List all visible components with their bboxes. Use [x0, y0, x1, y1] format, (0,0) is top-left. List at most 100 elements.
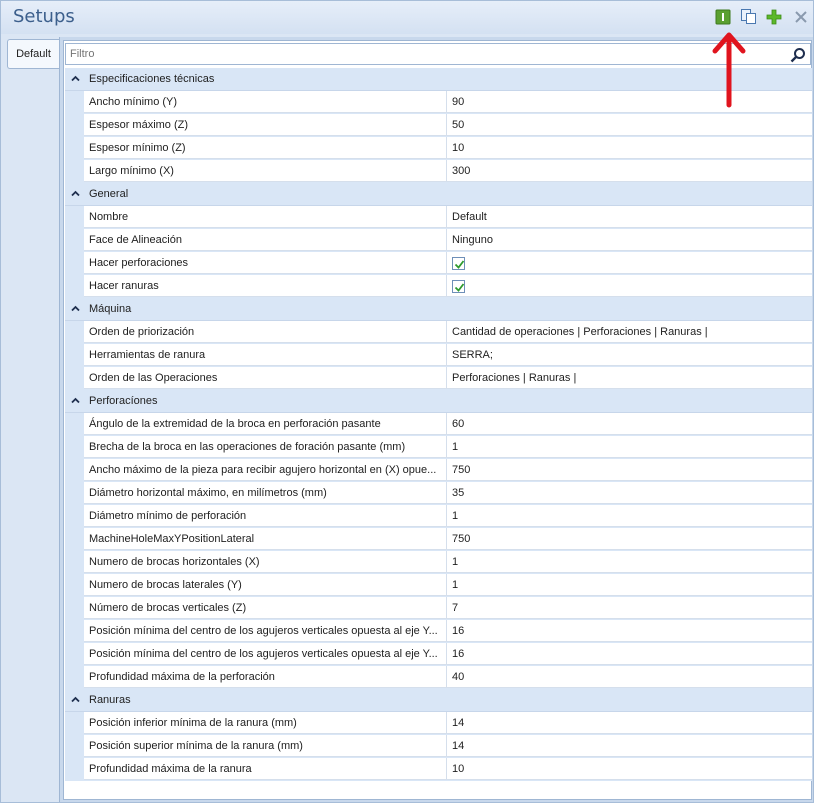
property-row[interactable]: Profundidad máxima de la ranura 10 — [65, 758, 812, 781]
tab-strip: Default — [1, 34, 59, 802]
property-name: Posición mínima del centro de los agujer… — [84, 620, 447, 642]
add-button[interactable] — [765, 8, 782, 25]
property-value[interactable]: 7 — [447, 597, 812, 619]
property-value[interactable]: Ninguno — [447, 229, 812, 251]
tab-default[interactable]: Default — [7, 39, 59, 69]
category-header[interactable]: Ranuras — [65, 689, 812, 712]
property-value[interactable]: Cantidad de operaciones | Perforaciones … — [447, 321, 812, 343]
filter-input[interactable] — [70, 46, 770, 62]
property-value[interactable]: 1 — [447, 436, 812, 458]
property-row[interactable]: Orden de las Operaciones Perforaciones | … — [65, 367, 812, 390]
property-row[interactable]: Espesor mínimo (Z) 10 — [65, 137, 812, 160]
setups-window: Setups Default Filtro Especificaciones t… — [0, 0, 814, 803]
property-row[interactable]: Diámetro horizontal máximo, en milímetro… — [65, 482, 812, 505]
property-row[interactable]: Ancho máximo de la pieza para recibir ag… — [65, 459, 812, 482]
property-row[interactable]: Posición inferior mínima de la ranura (m… — [65, 712, 812, 735]
checkbox[interactable] — [452, 280, 465, 293]
property-value[interactable]: 90 — [447, 91, 812, 113]
property-value[interactable]: 16 — [447, 620, 812, 642]
property-value[interactable]: 300 — [447, 160, 812, 182]
search-icon[interactable] — [790, 47, 806, 63]
category-header[interactable]: Especificaciones técnicas — [65, 68, 812, 91]
property-row[interactable]: Número de brocas verticales (Z) 7 — [65, 597, 812, 620]
close-icon — [794, 10, 807, 23]
property-value[interactable]: 50 — [447, 114, 812, 136]
property-row[interactable]: Largo mínimo (X) 300 — [65, 160, 812, 183]
property-row[interactable]: Face de Alineación Ninguno — [65, 229, 812, 252]
property-name: Herramientas de ranura — [84, 344, 447, 366]
property-name: Orden de priorización — [84, 321, 447, 343]
property-value[interactable]: 40 — [447, 666, 812, 688]
collapse-chevron-icon[interactable] — [71, 75, 80, 82]
property-row[interactable]: Herramientas de ranura SERRA; — [65, 344, 812, 367]
property-value[interactable]: 1 — [447, 574, 812, 596]
property-row[interactable]: Nombre Default — [65, 206, 812, 229]
property-row[interactable]: Orden de priorización Cantidad de operaci… — [65, 321, 812, 344]
property-grid: Especificaciones técnicas Ancho mínimo (Y… — [65, 68, 812, 781]
property-name: Numero de brocas horizontales (X) — [84, 551, 447, 573]
checkmark-icon — [454, 260, 465, 269]
content-area: Especificaciones técnicas Ancho mínimo (Y… — [59, 37, 813, 802]
copy-button[interactable] — [740, 8, 757, 25]
property-row[interactable]: Posición superior mínima de la ranura (m… — [65, 735, 812, 758]
property-row[interactable]: Numero de brocas laterales (Y) 1 — [65, 574, 812, 597]
checkbox[interactable] — [452, 257, 465, 270]
property-value[interactable]: 1 — [447, 551, 812, 573]
property-name: Largo mínimo (X) — [84, 160, 447, 182]
category-label: General — [89, 188, 129, 200]
category-header[interactable]: Perforacíones — [65, 390, 812, 413]
property-value[interactable] — [447, 252, 812, 274]
green-bar-icon — [715, 9, 730, 24]
property-name: Diámetro horizontal máximo, en milímetro… — [84, 482, 447, 504]
green-bar-button[interactable] — [714, 8, 731, 25]
collapse-chevron-icon[interactable] — [71, 397, 80, 404]
collapse-chevron-icon[interactable] — [71, 696, 80, 703]
property-value[interactable]: 16 — [447, 643, 812, 665]
property-name: Posición superior mínima de la ranura (m… — [84, 735, 447, 757]
property-row[interactable]: Hacer perforaciones — [65, 252, 812, 275]
property-name: Diámetro mínimo de perforación — [84, 505, 447, 527]
property-grid-panel: Especificaciones técnicas Ancho mínimo (Y… — [63, 40, 812, 800]
property-value[interactable]: 1 — [447, 505, 812, 527]
property-value[interactable]: 14 — [447, 712, 812, 734]
collapse-chevron-icon[interactable] — [71, 190, 80, 197]
property-name: Face de Alineación — [84, 229, 447, 251]
property-value[interactable]: 750 — [447, 528, 812, 550]
property-name: Numero de brocas laterales (Y) — [84, 574, 447, 596]
close-button[interactable] — [792, 8, 809, 25]
property-value[interactable]: 60 — [447, 413, 812, 435]
property-value[interactable]: Default — [447, 206, 812, 228]
property-row[interactable]: MachineHoleMaxYPositionLateral 750 — [65, 528, 812, 551]
property-value[interactable]: 35 — [447, 482, 812, 504]
category-header[interactable]: Máquina — [65, 298, 812, 321]
property-row[interactable]: Ancho mínimo (Y) 90 — [65, 91, 812, 114]
property-value[interactable]: 10 — [447, 758, 812, 780]
property-row[interactable]: Espesor máximo (Z) 50 — [65, 114, 812, 137]
property-name: Hacer ranuras — [84, 275, 447, 297]
filter-box — [65, 43, 811, 65]
property-value[interactable]: Perforaciones | Ranuras | — [447, 367, 812, 389]
property-name: Brecha de la broca en las operaciones de… — [84, 436, 447, 458]
property-name: Profundidad máxima de la ranura — [84, 758, 447, 780]
add-icon — [766, 9, 781, 24]
property-row[interactable]: Profundidad máxima de la perforación 40 — [65, 666, 812, 689]
property-row[interactable]: Diámetro mínimo de perforación 1 — [65, 505, 812, 528]
property-row[interactable]: Numero de brocas horizontales (X) 1 — [65, 551, 812, 574]
property-row[interactable]: Hacer ranuras — [65, 275, 812, 298]
property-value[interactable] — [447, 275, 812, 297]
collapse-chevron-icon[interactable] — [71, 305, 80, 312]
property-row[interactable]: Ángulo de la extremidad de la broca en p… — [65, 413, 812, 436]
property-row[interactable]: Brecha de la broca en las operaciones de… — [65, 436, 812, 459]
property-row[interactable]: Posición mínima del centro de los agujer… — [65, 643, 812, 666]
property-name: Ángulo de la extremidad de la broca en p… — [84, 413, 447, 435]
property-name: Ancho máximo de la pieza para recibir ag… — [84, 459, 447, 481]
property-value[interactable]: 750 — [447, 459, 812, 481]
property-value[interactable]: 14 — [447, 735, 812, 757]
property-value[interactable]: 10 — [447, 137, 812, 159]
property-value[interactable]: SERRA; — [447, 344, 812, 366]
property-row[interactable]: Posición mínima del centro de los agujer… — [65, 620, 812, 643]
property-name: Número de brocas verticales (Z) — [84, 597, 447, 619]
category-header[interactable]: General — [65, 183, 812, 206]
property-name: Posición mínima del centro de los agujer… — [84, 643, 447, 665]
property-name: MachineHoleMaxYPositionLateral — [84, 528, 447, 550]
